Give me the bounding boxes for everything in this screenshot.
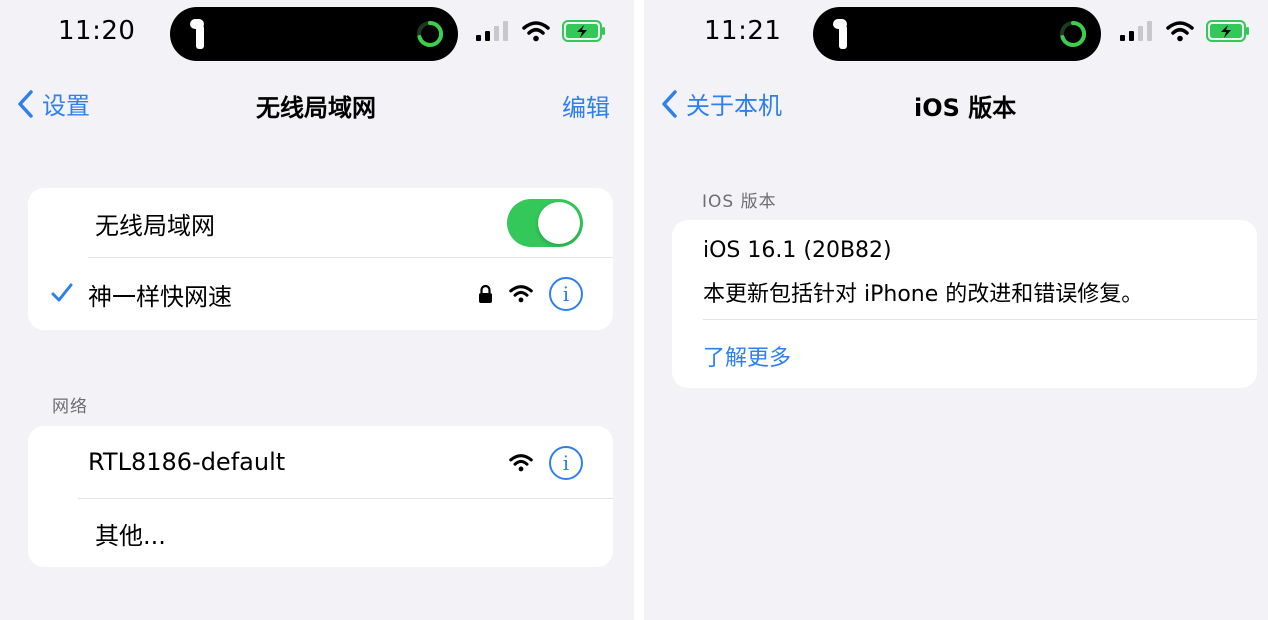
back-label: 设置 — [42, 92, 90, 120]
airpods-icon — [190, 19, 204, 49]
network-row[interactable]: RTL8186-default i — [28, 426, 613, 498]
status-icons — [476, 20, 606, 42]
connected-network-name: 神一样快网速 — [88, 282, 232, 311]
page-title: 无线局域网 — [256, 94, 376, 122]
learn-more-link[interactable]: 了解更多 — [703, 340, 791, 372]
divider — [703, 319, 1257, 320]
back-label: 关于本机 — [686, 92, 782, 120]
version-description: 本更新包括针对 iPhone 的改进和错误修复。 — [703, 282, 1144, 307]
status-time: 11:20 — [58, 16, 136, 46]
wifi-toggle-label: 无线局域网 — [95, 211, 215, 240]
status-time: 11:21 — [704, 16, 782, 46]
page-title: iOS 版本 — [914, 94, 1017, 122]
version-section-header: IOS 版本 — [702, 192, 777, 212]
checkmark-icon — [51, 283, 73, 302]
connected-network-row[interactable]: 神一样快网速 i — [28, 258, 613, 330]
activity-ring-icon — [417, 20, 444, 47]
cellular-signal-icon — [476, 21, 508, 41]
wifi-group: 无线局域网 神一样快网速 i — [28, 188, 613, 330]
networks-section-header: 网络 — [52, 397, 88, 417]
wifi-toggle-row: 无线局域网 — [28, 188, 613, 258]
cellular-signal-icon — [1120, 21, 1152, 41]
wifi-icon — [1166, 21, 1194, 42]
chevron-left-icon — [18, 89, 33, 118]
version-group: iOS 16.1 (20B82) 本更新包括针对 iPhone 的改进和错误修复… — [672, 220, 1257, 388]
wifi-settings-screen: 11:20 设置 无线局域网 编辑 无线局域网 神一样快网速 i 网络 RTL8… — [0, 0, 634, 620]
battery-charging-icon — [1206, 20, 1249, 42]
screen-divider — [634, 0, 644, 620]
toggle-knob — [538, 202, 580, 244]
version-title: iOS 16.1 (20B82) — [703, 238, 892, 263]
wifi-icon — [522, 21, 550, 42]
dynamic-island — [170, 7, 458, 61]
battery-charging-icon — [562, 20, 605, 42]
ios-version-screen: 11:21 关于本机 iOS 版本 IOS 版本 iOS 16.1 (20B82… — [644, 0, 1268, 620]
status-icons — [1120, 20, 1250, 42]
networks-group: RTL8186-default i 其他... — [28, 426, 613, 567]
back-button[interactable]: 设置 — [16, 86, 90, 121]
wifi-icon — [509, 285, 533, 303]
back-button[interactable]: 关于本机 — [660, 86, 782, 121]
other-network-label: 其他... — [95, 521, 166, 550]
other-network-row[interactable]: 其他... — [28, 499, 613, 567]
edit-button[interactable]: 编辑 — [562, 88, 610, 123]
chevron-left-icon — [662, 89, 677, 118]
info-icon[interactable]: i — [549, 277, 583, 311]
wifi-icon — [509, 454, 533, 472]
dynamic-island — [813, 7, 1101, 61]
airpods-icon — [833, 19, 847, 49]
activity-ring-icon — [1060, 20, 1087, 47]
wifi-toggle[interactable] — [507, 199, 583, 247]
lock-icon — [479, 284, 492, 303]
info-icon[interactable]: i — [549, 446, 583, 480]
network-name: RTL8186-default — [88, 448, 286, 476]
